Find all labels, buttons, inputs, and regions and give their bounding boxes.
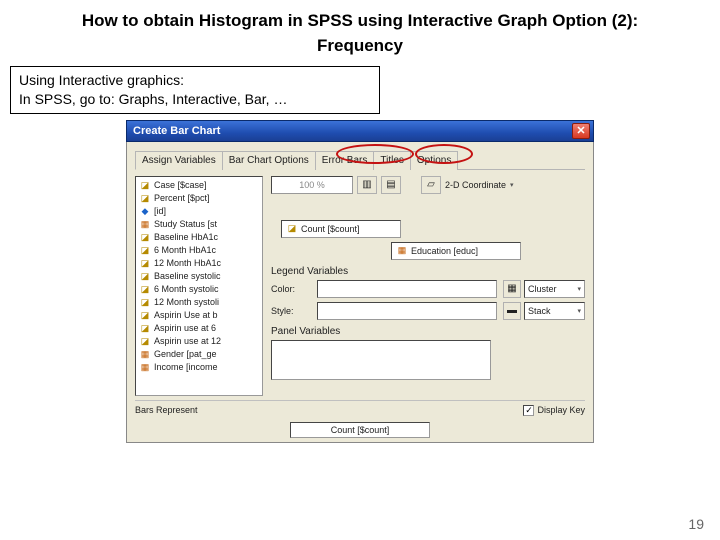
instruction-line-2: In SPSS, go to: Graphs, Interactive, Bar…: [19, 90, 371, 109]
close-icon[interactable]: ✕: [572, 123, 590, 139]
dialog-title: Create Bar Chart: [133, 125, 220, 137]
variable-label: 12 Month HbA1c: [154, 258, 221, 268]
legend-style-label: Style:: [271, 306, 311, 316]
tab-bar-chart-options[interactable]: Bar Chart Options: [222, 151, 316, 170]
dialog-body: Assign Variables Bar Chart Options Error…: [126, 142, 594, 443]
variable-item[interactable]: 12 Month HbA1c: [136, 257, 262, 270]
stack-icon[interactable]: ▬: [503, 302, 521, 320]
set-icon: [139, 362, 151, 373]
dialog-titlebar: Create Bar Chart ✕: [126, 120, 594, 142]
tab-titles[interactable]: Titles: [373, 151, 411, 170]
y-axis-value: Count [$count]: [301, 224, 360, 234]
instruction-line-1: Using Interactive graphics:: [19, 71, 371, 90]
ruler-icon: [286, 223, 298, 234]
scale-icon: [139, 323, 151, 334]
variable-label: Aspirin Use at b: [154, 310, 218, 320]
variable-label: Baseline HbA1c: [154, 232, 218, 242]
variable-item[interactable]: Case [$case]: [136, 179, 262, 192]
variable-label: Aspirin use at 12: [154, 336, 221, 346]
nom-icon: [139, 206, 151, 217]
scale-icon: [139, 193, 151, 204]
variable-item[interactable]: [id]: [136, 205, 262, 218]
tab-options[interactable]: Options: [410, 151, 458, 170]
tab-error-bars[interactable]: Error Bars: [315, 151, 375, 170]
set-icon: [139, 349, 151, 360]
variable-item[interactable]: 12 Month systoli: [136, 296, 262, 309]
variable-item[interactable]: Aspirin use at 6: [136, 322, 262, 335]
chart-icon-horizontal[interactable]: ▤: [381, 176, 401, 194]
y-axis-drop[interactable]: Count [$count]: [281, 220, 401, 238]
variable-label: Income [income: [154, 362, 218, 372]
variable-item[interactable]: 6 Month HbA1c: [136, 244, 262, 257]
page-number: 19: [688, 516, 704, 532]
x-axis-value: Education [educ]: [411, 246, 478, 256]
variable-label: Percent [$pct]: [154, 193, 210, 203]
legend-color-label: Color:: [271, 284, 311, 294]
dialog-create-bar-chart: Create Bar Chart ✕ Assign Variables Bar …: [126, 120, 594, 443]
variable-label: 6 Month systolic: [154, 284, 219, 294]
slide-subtitle: Frequency: [0, 36, 720, 56]
variable-label: Case [$case]: [154, 180, 207, 190]
checkbox-icon: ✓: [523, 405, 534, 416]
legend-style-drop[interactable]: [317, 302, 497, 320]
scale-icon: [139, 232, 151, 243]
variable-item[interactable]: Gender [pat_ge: [136, 348, 262, 361]
chart-icon-vertical[interactable]: ▥: [357, 176, 377, 194]
chevron-down-icon[interactable]: ▾: [510, 181, 514, 189]
variable-label: 6 Month HbA1c: [154, 245, 216, 255]
tab-strip: Assign Variables Bar Chart Options Error…: [135, 150, 585, 170]
cluster-select[interactable]: Cluster▾: [524, 280, 585, 298]
variable-item[interactable]: Aspirin Use at b: [136, 309, 262, 322]
scale-icon: [139, 336, 151, 347]
variable-label: 12 Month systoli: [154, 297, 219, 307]
set-icon: [139, 219, 151, 230]
variable-label: Baseline systolic: [154, 271, 221, 281]
scale-icon: [139, 180, 151, 191]
scale-icon: [139, 310, 151, 321]
variable-item[interactable]: Aspirin use at 12: [136, 335, 262, 348]
variable-item[interactable]: 6 Month systolic: [136, 283, 262, 296]
stack-select[interactable]: Stack▾: [524, 302, 585, 320]
scale-icon: [139, 297, 151, 308]
coord-label: 2-D Coordinate: [445, 180, 506, 190]
legend-color-drop[interactable]: [317, 280, 497, 298]
variable-list[interactable]: Case [$case] Percent [$pct] [id] Study Stat…: [135, 176, 263, 396]
slide-title: How to obtain Histogram in SPSS using In…: [0, 0, 720, 36]
category-icon: [396, 245, 408, 256]
scale-icon: [139, 245, 151, 256]
panel-variables-drop[interactable]: [271, 340, 491, 380]
assign-panel: 100 % ▥ ▤ ▱ 2-D Coordinate ▾ Count [$cou…: [271, 176, 585, 396]
variable-item[interactable]: Study Status [st: [136, 218, 262, 231]
variable-label: [id]: [154, 206, 166, 216]
coord-icon[interactable]: ▱: [421, 176, 441, 194]
bars-represent-field[interactable]: Count [$count]: [290, 422, 430, 438]
tab-assign-variables[interactable]: Assign Variables: [135, 151, 223, 170]
variable-item[interactable]: Baseline HbA1c: [136, 231, 262, 244]
instruction-box: Using Interactive graphics: In SPSS, go …: [10, 66, 380, 114]
display-key-label: Display Key: [537, 405, 585, 415]
scale-icon: [139, 271, 151, 282]
bars-represent-label: Bars Represent: [135, 405, 198, 415]
variable-item[interactable]: Percent [$pct]: [136, 192, 262, 205]
variable-label: Study Status [st: [154, 219, 217, 229]
variable-item[interactable]: Income [income: [136, 361, 262, 374]
panel-section-label: Panel Variables: [271, 326, 585, 337]
zoom-field[interactable]: 100 %: [271, 176, 353, 194]
cluster-icon[interactable]: ▦: [503, 280, 521, 298]
scale-icon: [139, 284, 151, 295]
variable-label: Gender [pat_ge: [154, 349, 217, 359]
scale-icon: [139, 258, 151, 269]
x-axis-drop[interactable]: Education [educ]: [391, 242, 521, 260]
display-key-checkbox[interactable]: ✓ Display Key: [523, 405, 585, 416]
variable-item[interactable]: Baseline systolic: [136, 270, 262, 283]
variable-label: Aspirin use at 6: [154, 323, 216, 333]
legend-section-label: Legend Variables: [271, 266, 585, 277]
